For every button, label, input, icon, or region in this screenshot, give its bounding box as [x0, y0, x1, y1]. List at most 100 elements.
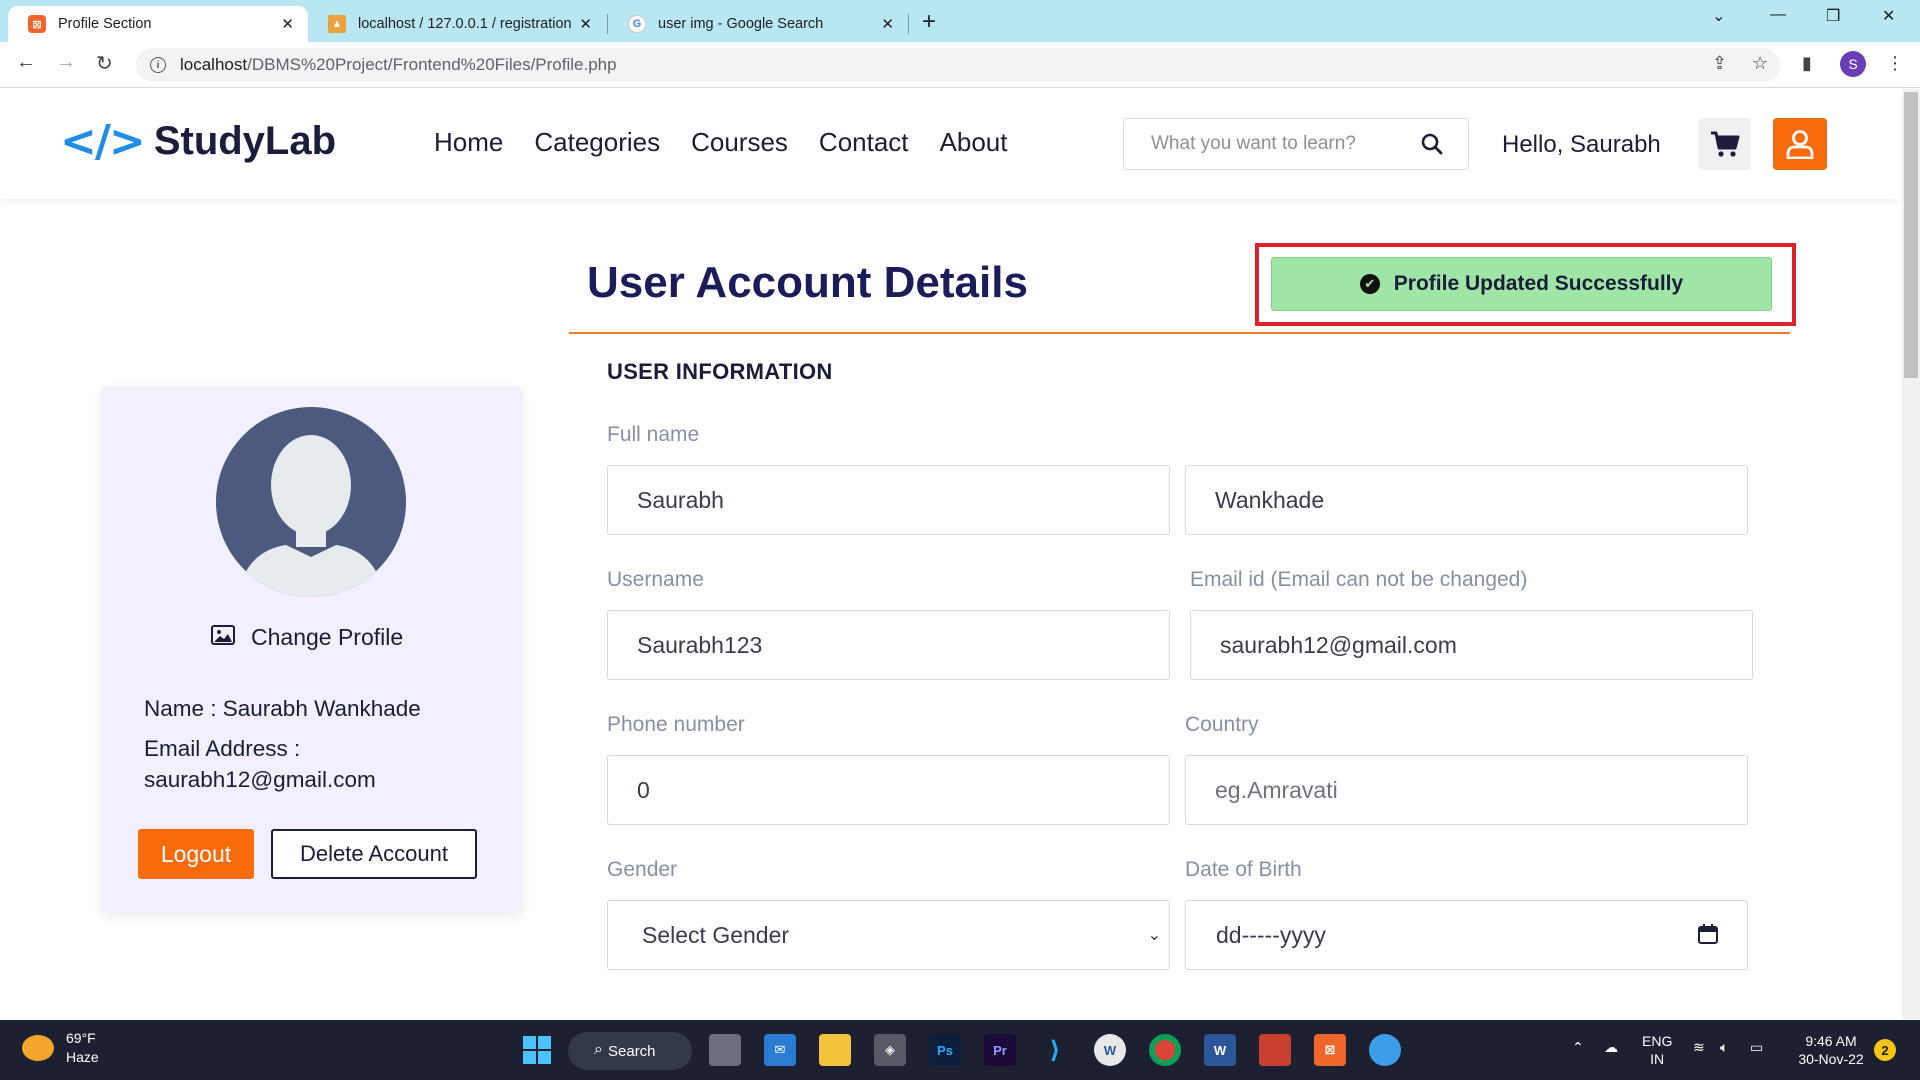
phone-field[interactable]: 0 [607, 755, 1170, 825]
fullname-label: Full name [607, 423, 700, 446]
word-online-icon[interactable]: W [1094, 1034, 1126, 1066]
change-profile-label: Change Profile [251, 624, 404, 650]
show-hidden-icons-chevron-icon[interactable]: ⌃ [1572, 1038, 1584, 1056]
title-divider [569, 332, 1790, 334]
nav-courses[interactable]: Courses [691, 127, 788, 158]
tab-search-chevron-icon[interactable]: ⌄ [1712, 6, 1725, 26]
profile-card: Change Profile Name : Saurabh Wankhade E… [101, 386, 522, 912]
chrome-icon[interactable] [1149, 1034, 1181, 1066]
start-windows-icon[interactable] [521, 1034, 553, 1066]
change-profile-button[interactable]: Change Profile [211, 624, 403, 651]
image-icon [211, 624, 235, 651]
cart-button[interactable] [1699, 118, 1751, 170]
minimize-icon[interactable]: — [1770, 6, 1786, 24]
vscode-icon[interactable]: ⟩ [1039, 1034, 1071, 1066]
username-label: Username [607, 568, 704, 591]
tab-google-search[interactable]: G user img - Google Search ✕ [608, 6, 908, 42]
file-explorer-icon[interactable] [819, 1034, 851, 1066]
email-label: Email id (Email can not be changed) [1190, 568, 1528, 591]
site-info-icon[interactable]: i [150, 57, 166, 73]
tab-title: Profile Section [58, 16, 152, 32]
clock[interactable]: 9:46 AM 30-Nov-22 [1793, 1032, 1869, 1068]
search-icon[interactable] [1420, 132, 1444, 161]
url-host: localhost [180, 55, 248, 74]
user-icon [1786, 130, 1814, 159]
username-field[interactable]: Saurabh123 [607, 610, 1170, 680]
reload-icon[interactable]: ↻ [96, 51, 113, 76]
user-greeting: Hello, Saurabh [1502, 131, 1661, 158]
nav-home[interactable]: Home [434, 127, 503, 158]
page-title: User Account Details [587, 258, 1028, 307]
xampp-icon[interactable]: ⊠ [1314, 1034, 1346, 1066]
site-search-input[interactable] [1151, 133, 1411, 155]
wifi-icon[interactable]: ≋ [1693, 1038, 1705, 1056]
photoshop-icon[interactable]: Ps [929, 1034, 961, 1066]
onedrive-cloud-icon[interactable]: ☁ [1604, 1038, 1618, 1056]
studylab-logo[interactable]: </> StudyLab [60, 116, 336, 167]
profile-name: Name : Saurabh Wankhade [144, 696, 421, 721]
gender-select[interactable]: Select Gender ⌄ [607, 900, 1170, 970]
logout-button[interactable]: Logout [138, 829, 254, 879]
notification-badge[interactable]: 2 [1874, 1039, 1896, 1061]
tab-profile-section[interactable]: ⊠ Profile Section ✕ [8, 6, 308, 42]
forward-arrow-icon[interactable]: → [56, 51, 76, 74]
account-button[interactable] [1773, 118, 1827, 170]
weather-desc: Haze [66, 1049, 99, 1065]
back-arrow-icon[interactable]: ← [16, 51, 36, 74]
cart-icon [1711, 131, 1740, 157]
bookmark-star-icon[interactable]: ☆ [1752, 53, 1768, 74]
profile-email-label: Email Address : [144, 736, 301, 761]
battery-icon[interactable]: ▭ [1750, 1038, 1763, 1056]
kebab-menu-icon[interactable]: ⋮ [1886, 53, 1904, 74]
phpmyadmin-favicon-icon: ▲ [328, 15, 346, 33]
dob-field[interactable]: dd-----yyyy [1185, 900, 1748, 970]
haze-weather-icon [22, 1035, 54, 1061]
mail-icon[interactable]: ✉ [764, 1034, 796, 1066]
close-tab-icon[interactable]: ✕ [579, 15, 592, 33]
close-tab-icon[interactable]: ✕ [281, 15, 294, 33]
country-field[interactable]: eg.Amravati [1185, 755, 1748, 825]
word-icon[interactable]: W [1204, 1034, 1236, 1066]
browser-toolbar: ← → ↻ i localhost/DBMS%20Project/Fronten… [0, 42, 1920, 88]
game-icon[interactable] [1259, 1034, 1291, 1066]
xampp-favicon-icon: ⊠ [28, 15, 46, 33]
last-name-field[interactable]: Wankhade [1185, 465, 1748, 535]
site-search-box [1123, 118, 1469, 170]
paint-icon[interactable] [1369, 1034, 1401, 1066]
nav-contact[interactable]: Contact [819, 127, 909, 158]
new-tab-plus-icon[interactable]: + [922, 8, 936, 36]
tab-separator [908, 14, 909, 34]
nav-about[interactable]: About [940, 127, 1008, 158]
weather-widget[interactable]: 69°F Haze [22, 1029, 99, 1067]
language-indicator[interactable]: ENG IN [1642, 1032, 1672, 1068]
check-circle-icon: ✔ [1359, 274, 1380, 294]
gender-select-value: Select Gender [642, 921, 790, 948]
code-brackets-icon: </> [60, 116, 146, 167]
close-tab-icon[interactable]: ✕ [881, 15, 894, 33]
side-panel-icon[interactable]: ▮ [1802, 53, 1812, 74]
taskbar-search[interactable]: ⌕ Search [568, 1032, 692, 1070]
task-view-icon[interactable] [709, 1034, 741, 1066]
share-icon[interactable]: ⇪ [1712, 53, 1727, 74]
calendar-icon[interactable] [1697, 923, 1719, 951]
language-code: ENG [1642, 1033, 1673, 1049]
premiere-icon[interactable]: Pr [984, 1034, 1016, 1066]
delete-account-button[interactable]: Delete Account [271, 829, 477, 879]
address-bar[interactable]: i localhost/DBMS%20Project/Frontend%20Fi… [136, 48, 1780, 82]
first-name-field[interactable]: Saurabh [607, 465, 1170, 535]
tab-title: user img - Google Search [658, 16, 824, 32]
browser-profile-avatar[interactable]: S [1840, 51, 1866, 77]
chevron-down-icon: ⌄ [1147, 927, 1161, 944]
tab-phpmyadmin[interactable]: ▲ localhost / 127.0.0.1 / registration ✕ [308, 6, 606, 42]
browser-tabstrip: ⊠ Profile Section ✕ ▲ localhost / 127.0.… [0, 0, 1920, 42]
weather-temp: 69°F [66, 1030, 96, 1046]
email-field[interactable]: saurabh12@gmail.com [1190, 610, 1753, 680]
page-scrollbar-thumb[interactable] [1904, 92, 1918, 378]
close-window-icon[interactable]: ✕ [1882, 6, 1895, 26]
url-path: /DBMS%20Project/Frontend%20Files/Profile… [247, 55, 617, 74]
volume-icon[interactable]: 🔈︎ [1720, 1038, 1728, 1056]
unity-icon[interactable]: ◈ [874, 1034, 906, 1066]
restore-icon[interactable]: ❐ [1826, 6, 1840, 26]
nav-categories[interactable]: Categories [534, 127, 660, 158]
taskbar-search-label: Search [608, 1042, 656, 1060]
